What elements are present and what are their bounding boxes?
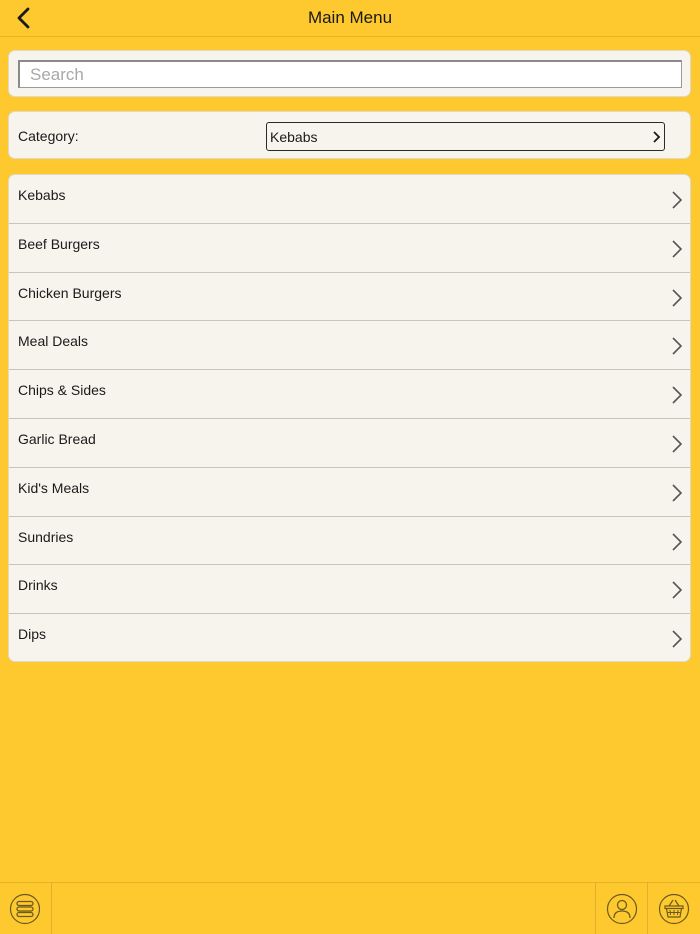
category-label: Category: (18, 128, 79, 144)
category-selected-value: Kebabs (270, 129, 318, 145)
menu-item-drinks[interactable]: Drinks (9, 565, 690, 615)
menu-item-chicken-burgers[interactable]: Chicken Burgers (9, 273, 690, 322)
chevron-right-icon (672, 386, 683, 404)
menu-item-beef-burgers[interactable]: Beef Burgers (9, 224, 690, 273)
category-panel: Category: Kebabs (8, 111, 691, 159)
menu-item-meal-deals[interactable]: Meal Deals (9, 321, 690, 371)
tab-bar (0, 882, 700, 934)
chevron-right-icon (672, 240, 683, 258)
chevron-right-icon (653, 131, 661, 143)
menu-item-label: Garlic Bread (18, 430, 96, 447)
menu-item-garlic-bread[interactable]: Garlic Bread (9, 419, 690, 468)
chevron-right-icon (672, 630, 683, 648)
chevron-right-icon (672, 289, 683, 307)
search-input[interactable] (18, 60, 682, 88)
basket-icon (658, 893, 690, 925)
chevron-right-icon (672, 533, 683, 551)
menu-item-sundries[interactable]: Sundries (9, 517, 690, 566)
menu-item-kids-meals[interactable]: Kid's Meals (9, 468, 690, 517)
chevron-right-icon (672, 191, 683, 209)
category-select[interactable]: Kebabs (266, 122, 665, 151)
user-icon (606, 893, 638, 925)
tab-basket[interactable] (658, 893, 690, 925)
tab-menu[interactable] (9, 893, 41, 925)
menu-item-label: Chicken Burgers (18, 284, 122, 301)
chevron-right-icon (672, 484, 683, 502)
navigation-bar: Main Menu (0, 0, 700, 37)
menu-item-label: Sundries (18, 528, 74, 545)
menu-list: Kebabs Beef Burgers Chicken Burgers Meal… (8, 174, 691, 662)
chevron-right-icon (672, 337, 683, 355)
menu-item-label: Dips (18, 626, 47, 643)
menu-item-label: Kid's Meals (18, 479, 90, 496)
chevron-right-icon (672, 581, 683, 599)
menu-item-label: Beef Burgers (18, 235, 100, 252)
menu-stack-icon (9, 893, 41, 925)
menu-item-label: Meal Deals (18, 333, 89, 350)
chevron-right-icon (672, 435, 683, 453)
page-title: Main Menu (307, 8, 393, 27)
tab-divider (595, 883, 596, 934)
menu-item-label: Kebabs (18, 187, 66, 203)
tab-account[interactable] (606, 893, 638, 925)
menu-item-chips-sides[interactable]: Chips & Sides (9, 370, 690, 419)
menu-item-kebabs[interactable]: Kebabs (9, 175, 690, 224)
search-panel (8, 50, 691, 97)
tab-divider (51, 883, 52, 934)
menu-item-label: Chips & Sides (18, 382, 106, 399)
menu-item-dips[interactable]: Dips (9, 614, 690, 661)
menu-item-label: Drinks (18, 577, 58, 594)
tab-divider (647, 883, 648, 934)
